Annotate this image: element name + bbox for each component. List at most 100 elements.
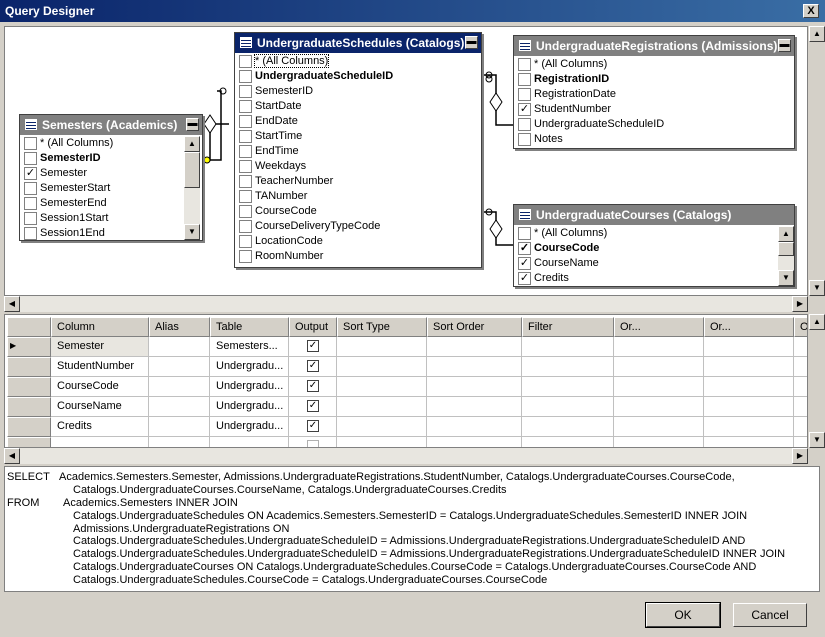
output-checkbox[interactable]: ✓ — [307, 420, 319, 432]
grid-cell[interactable] — [337, 377, 427, 397]
minimize-button[interactable]: ▬ — [186, 118, 199, 131]
grid-cell[interactable]: Credits — [51, 417, 149, 437]
column-checkbox[interactable] — [239, 55, 252, 68]
column-row[interactable]: CourseCode — [237, 204, 479, 219]
grid-cell[interactable] — [427, 377, 522, 397]
column-row[interactable]: SemesterEnd — [22, 196, 182, 211]
diagram-pane[interactable]: Semesters (Academics) ▬ * (All Columns) S… — [4, 26, 808, 296]
column-row[interactable]: RoomNumber — [237, 249, 479, 264]
grid-cell[interactable] — [614, 397, 704, 417]
grid-cell[interactable]: Undergradu... — [210, 397, 289, 417]
registrations-table-header[interactable]: UndergraduateRegistrations (Admissions) … — [514, 36, 794, 56]
output-checkbox[interactable]: ✓ — [307, 380, 319, 392]
column-row[interactable]: * (All Columns) — [22, 136, 182, 151]
column-checkbox[interactable] — [518, 58, 531, 71]
column-checkbox[interactable] — [239, 145, 252, 158]
grid-cell[interactable]: StudentNumber — [51, 357, 149, 377]
column-row[interactable]: * (All Columns) — [516, 57, 792, 72]
column-row[interactable]: Session1End — [22, 226, 182, 240]
courses-table[interactable]: UndergraduateCourses (Catalogs) * (All C… — [513, 204, 795, 287]
ok-button[interactable]: OK — [645, 602, 721, 628]
scroll-thumb[interactable] — [778, 242, 794, 256]
grid-cell[interactable] — [337, 357, 427, 377]
criteria-grid[interactable]: Column Alias Table Output Sort Type Sort Orde… — [4, 314, 808, 448]
column-checkbox[interactable] — [24, 212, 37, 225]
grid-cell[interactable] — [704, 337, 794, 357]
scroll-down-button[interactable]: ▼ — [809, 432, 825, 448]
column-checkbox[interactable] — [24, 152, 37, 165]
column-row[interactable]: TANumber — [237, 189, 479, 204]
column-row[interactable]: * (All Columns) — [237, 54, 479, 69]
scroll-right-button[interactable]: ▶ — [792, 296, 808, 312]
output-checkbox[interactable]: ✓ — [307, 340, 319, 352]
grid-cell[interactable] — [210, 437, 289, 447]
grid-cell[interactable] — [614, 377, 704, 397]
grid-row-header[interactable] — [7, 397, 51, 417]
courses-scrollbar[interactable]: ▲ ▼ — [778, 226, 794, 286]
grid-cell[interactable]: CourseName — [51, 397, 149, 417]
scroll-left-button[interactable]: ◀ — [4, 448, 20, 464]
scroll-down-button[interactable]: ▼ — [184, 224, 200, 240]
schedules-table[interactable]: UndergraduateSchedules (Catalogs) ▬ * (A… — [234, 32, 482, 268]
grid-cell[interactable] — [427, 337, 522, 357]
grid-cell[interactable] — [794, 417, 807, 437]
grid-cell[interactable] — [51, 437, 149, 447]
grid-cell[interactable] — [614, 437, 704, 447]
grid-cell[interactable] — [704, 397, 794, 417]
column-row[interactable]: * (All Columns) — [516, 226, 772, 241]
scroll-up-button[interactable]: ▲ — [778, 226, 794, 242]
grid-cell[interactable] — [149, 397, 210, 417]
grid-cell[interactable]: ✓ — [289, 337, 337, 357]
minimize-button[interactable]: ▬ — [778, 39, 791, 52]
output-checkbox[interactable] — [307, 440, 319, 447]
column-row[interactable]: CourseDeliveryTypeCode — [237, 219, 479, 234]
grid-cell[interactable]: Semester — [51, 337, 149, 357]
grid-hscroll[interactable]: ◀ ▶ — [4, 448, 808, 464]
grid-cell[interactable] — [794, 437, 807, 447]
scroll-down-button[interactable]: ▼ — [809, 280, 825, 296]
grid-header-cell[interactable]: Alias — [149, 317, 210, 337]
column-checkbox[interactable] — [239, 160, 252, 173]
grid-cell[interactable] — [149, 357, 210, 377]
grid-header-cell[interactable]: Or... — [704, 317, 794, 337]
grid-cell[interactable] — [522, 357, 614, 377]
grid-cell[interactable]: Undergradu... — [210, 377, 289, 397]
grid-cell[interactable] — [614, 337, 704, 357]
grid-cell[interactable] — [337, 337, 427, 357]
column-checkbox[interactable] — [239, 130, 252, 143]
registrations-table[interactable]: UndergraduateRegistrations (Admissions) … — [513, 35, 795, 149]
column-row[interactable]: SemesterStart — [22, 181, 182, 196]
grid-cell[interactable]: ✓ — [289, 397, 337, 417]
grid-cell[interactable] — [614, 357, 704, 377]
grid-cell[interactable] — [337, 417, 427, 437]
grid-cell[interactable] — [522, 377, 614, 397]
column-checkbox[interactable] — [518, 227, 531, 240]
grid-cell[interactable]: ✓ — [289, 357, 337, 377]
column-row[interactable]: UndergraduateScheduleID — [237, 69, 479, 84]
grid-cell[interactable] — [149, 377, 210, 397]
column-checkbox[interactable]: ✓ — [518, 272, 531, 285]
sql-pane[interactable]: SELECT FROM Academics.Semesters.Semester… — [4, 466, 820, 592]
column-checkbox[interactable]: ✓ — [518, 103, 531, 116]
column-checkbox[interactable] — [239, 190, 252, 203]
column-row[interactable]: SemesterID — [237, 84, 479, 99]
scroll-left-button[interactable]: ◀ — [4, 296, 20, 312]
diagram-vscroll[interactable]: ▲ ▼ — [808, 26, 825, 296]
column-checkbox[interactable] — [239, 220, 252, 233]
column-checkbox[interactable] — [239, 115, 252, 128]
grid-cell[interactable] — [337, 397, 427, 417]
semesters-scrollbar[interactable]: ▲ ▼ — [184, 136, 200, 240]
column-row[interactable]: TeacherNumber — [237, 174, 479, 189]
grid-cell[interactable] — [427, 357, 522, 377]
column-checkbox[interactable]: ✓ — [518, 242, 531, 255]
grid-cell[interactable]: Undergradu... — [210, 417, 289, 437]
courses-table-header[interactable]: UndergraduateCourses (Catalogs) — [514, 205, 794, 225]
column-row[interactable]: Weekdays — [237, 159, 479, 174]
grid-cell[interactable] — [522, 397, 614, 417]
grid-header-cell[interactable]: Table — [210, 317, 289, 337]
minimize-button[interactable]: ▬ — [465, 36, 478, 49]
column-checkbox[interactable] — [24, 227, 37, 240]
grid-cell[interactable]: ✓ — [289, 377, 337, 397]
column-row[interactable]: RegistrationID — [516, 72, 792, 87]
grid-cell[interactable] — [427, 417, 522, 437]
